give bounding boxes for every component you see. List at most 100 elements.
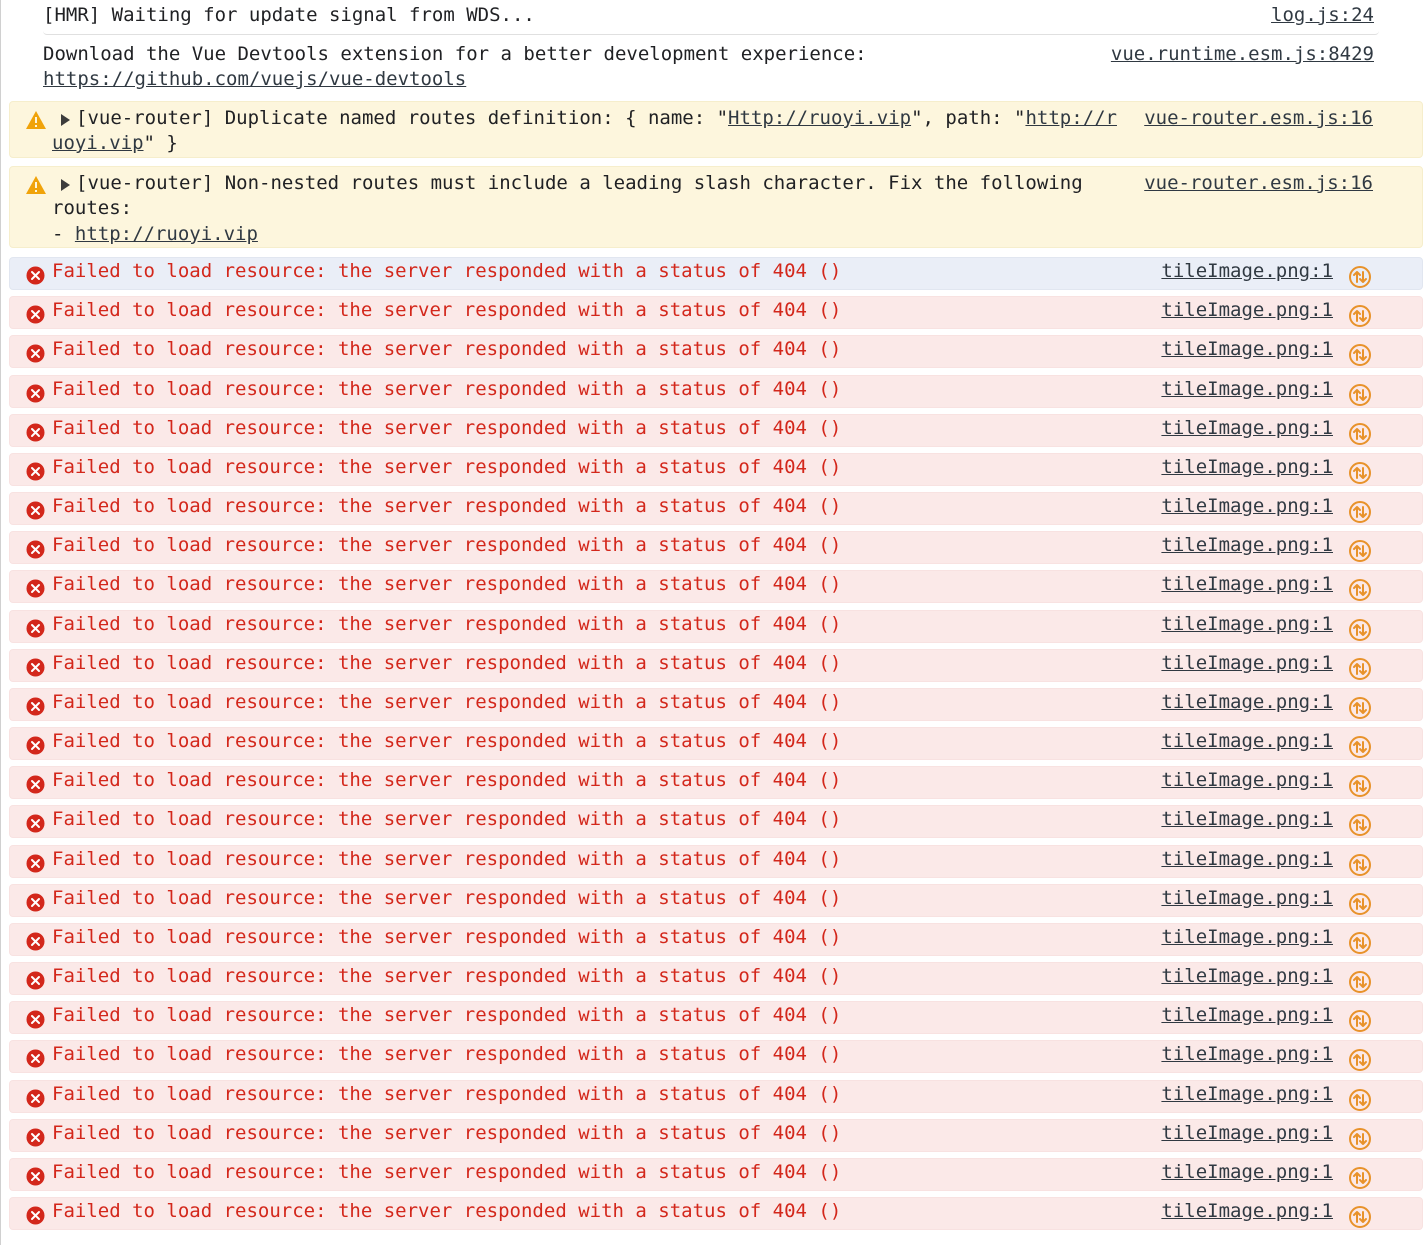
message-text: Failed to load resource: the server resp… (52, 691, 842, 713)
source-link[interactable]: log.js:24 (1271, 3, 1374, 28)
message-text: Failed to load resource: the server resp… (52, 260, 842, 282)
source-link[interactable]: tileImage.png:1 (1161, 925, 1333, 950)
route-link[interactable]: http://ruoyi.vip (75, 223, 258, 245)
source-link[interactable]: tileImage.png:1 (1161, 964, 1333, 989)
network-request-icon[interactable] (1348, 1088, 1372, 1112)
error-icon (26, 1206, 45, 1225)
message-text: Failed to load resource: the server resp… (52, 456, 842, 478)
source-link[interactable]: tileImage.png:1 (1161, 807, 1333, 832)
network-request-icon[interactable] (1348, 1048, 1372, 1072)
source-link[interactable]: vue.runtime.esm.js:8429 (1111, 42, 1374, 67)
expand-triangle-icon[interactable] (61, 114, 70, 126)
expand-triangle-icon[interactable] (61, 179, 70, 191)
message-text: Failed to load resource: the server resp… (52, 1083, 842, 1105)
console-message-error: Failed to load resource: the server resp… (9, 1158, 1423, 1191)
source-link[interactable]: tileImage.png:1 (1161, 886, 1333, 911)
network-request-icon[interactable] (1348, 892, 1372, 916)
network-request-icon[interactable] (1348, 774, 1372, 798)
console-message-error: Failed to load resource: the server resp… (9, 453, 1423, 486)
source-link[interactable]: tileImage.png:1 (1161, 377, 1333, 402)
network-request-icon[interactable] (1348, 813, 1372, 837)
message-text-continued: - http://ruoyi.vip (52, 223, 258, 245)
source-link[interactable]: tileImage.png:1 (1161, 533, 1333, 558)
console-message-error: Failed to load resource: the server resp… (9, 610, 1423, 643)
source-link[interactable]: tileImage.png:1 (1161, 1199, 1333, 1224)
network-request-icon[interactable] (1348, 657, 1372, 681)
devtools-link[interactable]: https://github.com/vuejs/vue-devtools (43, 67, 466, 92)
message-text: Failed to load resource: the server resp… (52, 495, 842, 517)
route-link[interactable]: Http://ruoyi.vip (728, 107, 911, 129)
source-link[interactable]: tileImage.png:1 (1161, 494, 1333, 519)
source-link[interactable]: tileImage.png:1 (1161, 847, 1333, 872)
error-icon (26, 579, 45, 598)
console-message-error: Failed to load resource: the server resp… (9, 727, 1423, 760)
source-link[interactable]: tileImage.png:1 (1161, 729, 1333, 754)
source-link[interactable]: vue-router.esm.js:16 (1144, 171, 1373, 196)
source-link[interactable]: tileImage.png:1 (1161, 1003, 1333, 1028)
console-message-warning: [vue-router] Non-nested routes must incl… (9, 166, 1423, 248)
network-request-icon[interactable] (1348, 500, 1372, 524)
network-request-icon[interactable] (1348, 618, 1372, 642)
error-icon (26, 893, 45, 912)
network-request-icon[interactable] (1348, 696, 1372, 720)
message-text: Failed to load resource: the server resp… (52, 613, 842, 635)
source-link[interactable]: tileImage.png:1 (1161, 1082, 1333, 1107)
network-request-icon[interactable] (1348, 304, 1372, 328)
network-request-icon[interactable] (1348, 383, 1372, 407)
source-link[interactable]: tileImage.png:1 (1161, 298, 1333, 323)
network-request-icon[interactable] (1348, 1009, 1372, 1033)
network-request-icon[interactable] (1348, 853, 1372, 877)
console-message-error: Failed to load resource: the server resp… (9, 414, 1423, 447)
error-icon (26, 697, 45, 716)
network-request-icon[interactable] (1348, 1127, 1372, 1151)
source-link[interactable]: tileImage.png:1 (1161, 1042, 1333, 1067)
network-request-icon[interactable] (1348, 461, 1372, 485)
error-icon (26, 266, 45, 285)
network-request-icon[interactable] (1348, 1166, 1372, 1190)
source-link[interactable]: tileImage.png:1 (1161, 1160, 1333, 1185)
console-message-error: Failed to load resource: the server resp… (9, 335, 1423, 368)
network-request-icon[interactable] (1348, 578, 1372, 602)
network-request-icon[interactable] (1348, 1205, 1372, 1229)
source-link[interactable]: tileImage.png:1 (1161, 612, 1333, 637)
network-request-icon[interactable] (1348, 735, 1372, 759)
message-text: Failed to load resource: the server resp… (52, 887, 842, 909)
message-text: [HMR] Waiting for update signal from WDS… (43, 4, 535, 26)
source-link[interactable]: tileImage.png:1 (1161, 651, 1333, 676)
error-icon (26, 1167, 45, 1186)
source-link[interactable]: vue-router.esm.js:16 (1144, 106, 1373, 131)
network-request-icon[interactable] (1348, 931, 1372, 955)
source-link[interactable]: tileImage.png:1 (1161, 416, 1333, 441)
message-text: Failed to load resource: the server resp… (52, 769, 842, 791)
source-link[interactable]: tileImage.png:1 (1161, 1121, 1333, 1146)
console-message-error: Failed to load resource: the server resp… (9, 375, 1423, 408)
source-link[interactable]: tileImage.png:1 (1161, 768, 1333, 793)
console-message-error: Failed to load resource: the server resp… (9, 649, 1423, 682)
error-icon (26, 1128, 45, 1147)
network-request-icon[interactable] (1348, 539, 1372, 563)
error-icon (26, 658, 45, 677)
message-text: Failed to load resource: the server resp… (52, 926, 842, 948)
warning-icon (26, 111, 46, 129)
source-link[interactable]: tileImage.png:1 (1161, 572, 1333, 597)
source-link[interactable]: tileImage.png:1 (1161, 337, 1333, 362)
source-link[interactable]: tileImage.png:1 (1161, 259, 1333, 284)
message-text: Failed to load resource: the server resp… (52, 378, 842, 400)
source-link[interactable]: tileImage.png:1 (1161, 690, 1333, 715)
source-link[interactable]: tileImage.png:1 (1161, 455, 1333, 480)
error-icon (26, 1089, 45, 1108)
console-message-warning: [vue-router] Duplicate named routes defi… (9, 101, 1423, 158)
network-request-icon[interactable] (1348, 265, 1372, 289)
console-message-error: Failed to load resource: the server resp… (9, 805, 1423, 838)
error-icon (26, 971, 45, 990)
route-link[interactable]: http://r (1025, 107, 1117, 129)
route-link[interactable]: uoyi.vip (52, 132, 144, 154)
message-text: Failed to load resource: the server resp… (52, 965, 842, 987)
network-request-icon[interactable] (1348, 422, 1372, 446)
error-icon (26, 932, 45, 951)
error-icon (26, 775, 45, 794)
network-request-icon[interactable] (1348, 343, 1372, 367)
error-icon (26, 384, 45, 403)
console-message-error: Failed to load resource: the server resp… (9, 962, 1423, 995)
network-request-icon[interactable] (1348, 970, 1372, 994)
